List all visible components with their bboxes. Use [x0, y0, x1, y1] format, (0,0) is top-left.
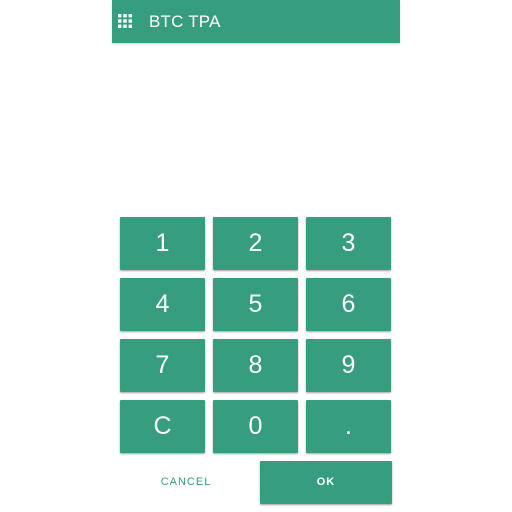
key-8[interactable]: 8 — [213, 339, 298, 392]
ok-button[interactable]: OK — [260, 461, 392, 504]
key-0[interactable]: 0 — [213, 400, 298, 453]
key-3[interactable]: 3 — [306, 217, 391, 270]
app-title: BTC TPA — [149, 12, 221, 31]
key-1[interactable]: 1 — [120, 217, 205, 270]
key-decimal[interactable]: . — [306, 400, 391, 453]
key-2[interactable]: 2 — [213, 217, 298, 270]
key-9[interactable]: 9 — [306, 339, 391, 392]
app-screen: BTC TPA 1 2 3 4 5 6 7 8 9 C 0 . CANCEL O… — [112, 0, 400, 512]
key-clear[interactable]: C — [120, 400, 205, 453]
key-7[interactable]: 7 — [120, 339, 205, 392]
key-5[interactable]: 5 — [213, 278, 298, 331]
cancel-button[interactable]: CANCEL — [120, 461, 252, 504]
app-bar: BTC TPA — [112, 0, 400, 43]
key-6[interactable]: 6 — [306, 278, 391, 331]
grid-menu-icon[interactable] — [118, 14, 132, 28]
key-4[interactable]: 4 — [120, 278, 205, 331]
